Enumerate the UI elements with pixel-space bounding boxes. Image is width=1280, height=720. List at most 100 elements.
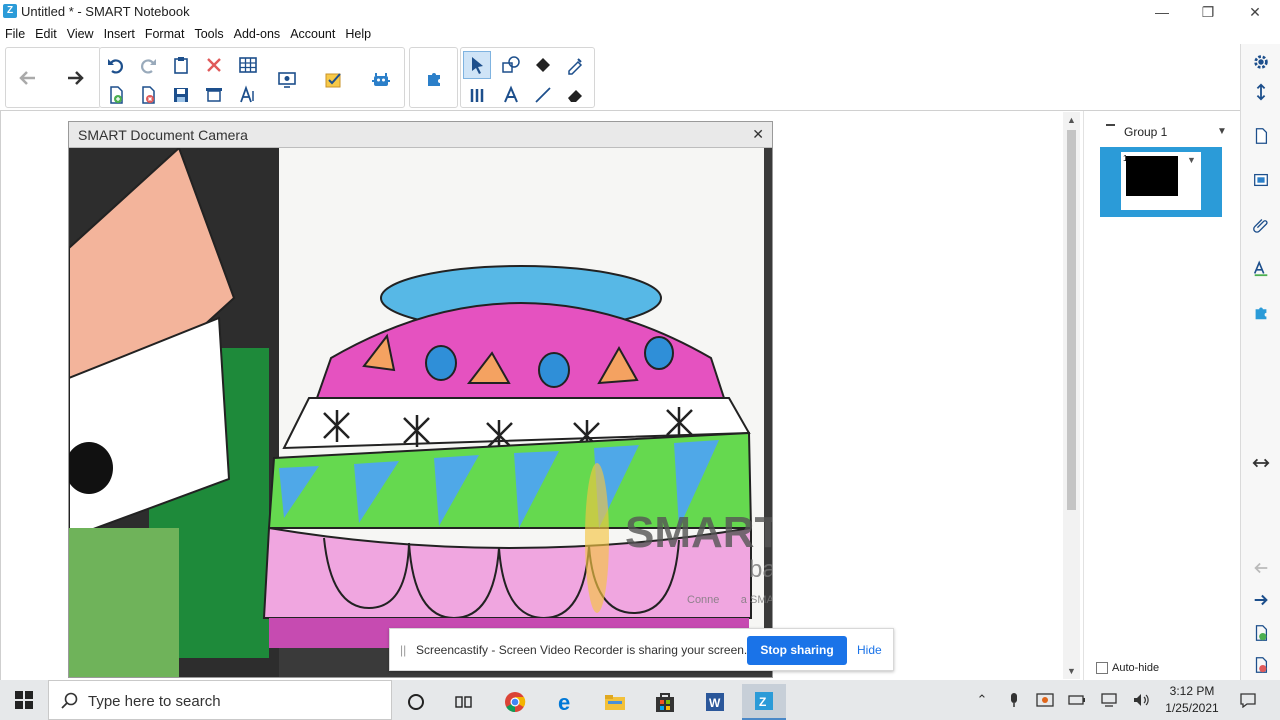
windows-logo-icon [15,691,33,709]
restore-button[interactable]: ❐ [1185,0,1231,24]
menu-account[interactable]: Account [285,24,340,44]
menu-bar: File Edit View Insert Format Tools Add-o… [0,24,376,44]
display-icon[interactable] [273,66,301,94]
word-icon[interactable]: W [693,684,737,720]
delete-icon[interactable] [200,51,228,79]
paste-icon[interactable] [167,51,195,79]
move-toolbar-icon[interactable] [1246,77,1276,107]
drag-handle-icon[interactable]: || [400,643,406,657]
task-view-icon[interactable] [442,684,486,720]
properties-icon[interactable] [1246,253,1276,283]
magic-pen-icon[interactable] [561,51,589,79]
menu-format[interactable]: Format [140,24,190,44]
chrome-icon[interactable] [493,684,537,720]
file-explorer-icon[interactable] [593,684,637,720]
notifications-icon[interactable] [1233,680,1263,720]
autohide-checkbox[interactable] [1096,662,1108,674]
navigation-group [5,47,101,108]
response-icon[interactable] [320,66,348,94]
hide-button[interactable]: Hide [857,643,882,657]
delete-page-icon[interactable] [134,81,162,109]
battery-icon[interactable] [1062,680,1092,720]
select-icon[interactable] [463,51,491,79]
menu-help[interactable]: Help [340,24,376,44]
windows-taskbar: Type here to search e W Z ⌃ 3:12 PM 1/25… [0,680,1280,720]
volume-icon[interactable] [1126,680,1156,720]
save-icon[interactable] [167,81,195,109]
table-icon[interactable] [234,51,262,79]
camera-feed: SMART basi Conne a SMAR [69,148,772,677]
screen-sharing-banner: || Screencastify - Screen Video Recorder… [389,628,894,671]
delete-page-side-icon[interactable] [1246,650,1276,680]
add-page-side-icon[interactable] [1246,618,1276,648]
line-icon[interactable] [529,81,557,109]
camera-watermark-hint: Conne a SMAR [687,594,772,606]
collapse-group-icon[interactable] [1106,124,1115,126]
menu-file[interactable]: File [0,24,30,44]
camera-title-bar[interactable]: SMART Document Camera ✕ [69,122,772,148]
attachments-icon[interactable] [1246,209,1276,239]
screen-shade-icon[interactable] [200,81,228,109]
addon-icon[interactable] [420,64,448,92]
thumbnail-content [1126,156,1178,196]
microphone-icon[interactable] [999,680,1029,720]
next-page-icon[interactable] [1246,585,1276,615]
camera-close-icon[interactable]: ✕ [752,126,764,143]
system-clock[interactable]: 3:12 PM 1/25/2021 [1158,683,1226,717]
menu-addons[interactable]: Add-ons [229,24,286,44]
close-button[interactable]: ✕ [1232,0,1278,24]
show-hidden-icons-icon[interactable]: ⌃ [967,680,997,720]
resize-arrows-icon[interactable] [1246,448,1276,478]
main-toolbar [0,44,1280,110]
gadget-icon[interactable] [367,66,395,94]
minimize-button[interactable]: — [1139,0,1185,24]
settings-gear-icon[interactable] [1246,47,1276,77]
stop-sharing-button[interactable]: Stop sharing [747,636,847,665]
scroll-down-icon[interactable]: ▼ [1063,663,1080,679]
scrollbar-thumb[interactable] [1067,130,1076,510]
group-label: Group 1 [1124,125,1168,139]
menu-view[interactable]: View [62,24,99,44]
menu-tools[interactable]: Tools [189,24,228,44]
undo-icon[interactable] [102,51,130,79]
forward-arrow-icon[interactable] [61,64,89,92]
camera-window-title: SMART Document Camera [78,127,248,143]
network-icon[interactable] [1094,680,1124,720]
smart-notebook-window: Z Untitled * - SMART Notebook — ❐ ✕ File… [0,0,1280,720]
record-icon[interactable] [1030,680,1060,720]
svg-text:W: W [709,696,721,710]
menu-insert[interactable]: Insert [99,24,140,44]
menu-edit[interactable]: Edit [30,24,62,44]
pens-icon[interactable] [463,81,491,109]
thumbnail-page: ▼ 1 [1121,152,1201,210]
text-icon[interactable] [497,81,525,109]
addons-icon[interactable] [1246,297,1276,327]
canvas-scrollbar[interactable]: ▲ ▼ [1063,112,1080,679]
taskbar-search[interactable]: Type here to search [48,680,392,720]
page-sorter-icon[interactable] [1246,121,1276,151]
back-arrow-icon[interactable] [14,64,42,92]
prev-page-icon[interactable] [1246,553,1276,583]
add-page-icon[interactable] [102,81,130,109]
edit-group [99,47,405,108]
scroll-up-icon[interactable]: ▲ [1063,112,1080,128]
thumbnail-menu-icon[interactable]: ▼ [1187,155,1196,165]
start-button[interactable] [0,680,48,720]
group-menu-icon[interactable]: ▼ [1217,126,1227,137]
edge-icon[interactable]: e [544,684,588,720]
eraser-icon[interactable] [561,81,589,109]
smart-notebook-taskbar-icon[interactable]: Z [742,684,786,720]
search-icon [61,692,78,709]
fill-icon[interactable] [529,51,557,79]
shapes-icon[interactable] [497,51,525,79]
side-tab-bar [1240,44,1280,680]
store-icon[interactable] [643,684,687,720]
redo-icon[interactable] [134,51,162,79]
gallery-icon[interactable] [1246,165,1276,195]
autohide-option[interactable]: Auto-hide [1096,662,1159,674]
cortana-icon[interactable] [394,684,438,720]
page-thumbnail[interactable]: ▼ 1 [1100,147,1222,217]
camera-watermark-brand: SMART [625,508,772,557]
text-format-icon[interactable] [234,81,262,109]
document-camera-window: SMART Document Camera ✕ SMART b Conne a … [68,121,773,678]
